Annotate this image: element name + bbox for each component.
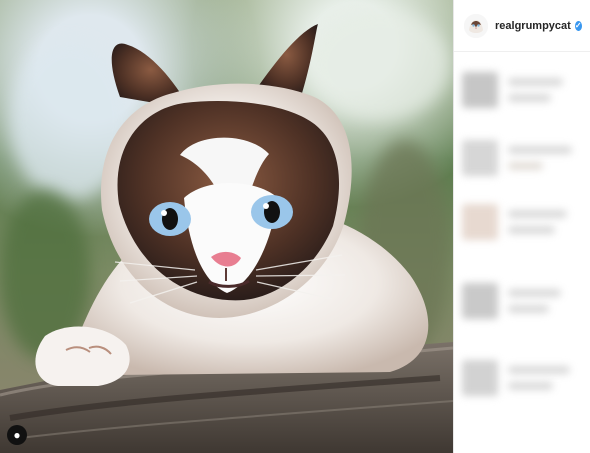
- post-sidebar: realgrumpycat ✓: [453, 0, 590, 453]
- blurred-line: [508, 162, 544, 170]
- blurred-comment-row: [462, 204, 586, 240]
- blurred-line: [508, 305, 549, 313]
- verified-badge-icon: ✓: [574, 20, 582, 31]
- blurred-line: [508, 382, 554, 390]
- post-image[interactable]: ●: [0, 0, 453, 453]
- blurred-comment-row: [462, 283, 586, 319]
- grumpy-cat-avatar: [464, 13, 488, 38]
- grumpy-cat-photo: [0, 24, 453, 453]
- blurred-avatar: [462, 283, 498, 319]
- profile-avatar[interactable]: [464, 13, 488, 38]
- blurred-line: [508, 226, 555, 234]
- blurred-line: [508, 210, 567, 218]
- blurred-comment-row: [462, 72, 586, 108]
- blurred-line: [508, 146, 572, 154]
- blurred-lines: [508, 210, 586, 234]
- username[interactable]: realgrumpycat: [495, 20, 571, 32]
- blurred-lines: [508, 289, 586, 313]
- blurred-avatar: [462, 360, 498, 396]
- blurred-lines: [508, 146, 586, 170]
- blurred-avatar: [462, 72, 498, 108]
- blurred-comment-row: [462, 360, 586, 396]
- post-header: realgrumpycat ✓: [454, 0, 590, 52]
- blurred-line: [508, 94, 551, 102]
- blurred-lines: [508, 366, 586, 390]
- blurred-line: [508, 78, 563, 86]
- blurred-lines: [508, 78, 586, 102]
- blurred-comment-row: [462, 140, 586, 176]
- user-icon[interactable]: ●: [7, 425, 27, 445]
- blurred-avatar: [462, 204, 498, 240]
- blurred-avatar: [462, 140, 498, 176]
- blurred-line: [508, 366, 571, 374]
- blurred-line: [508, 289, 562, 297]
